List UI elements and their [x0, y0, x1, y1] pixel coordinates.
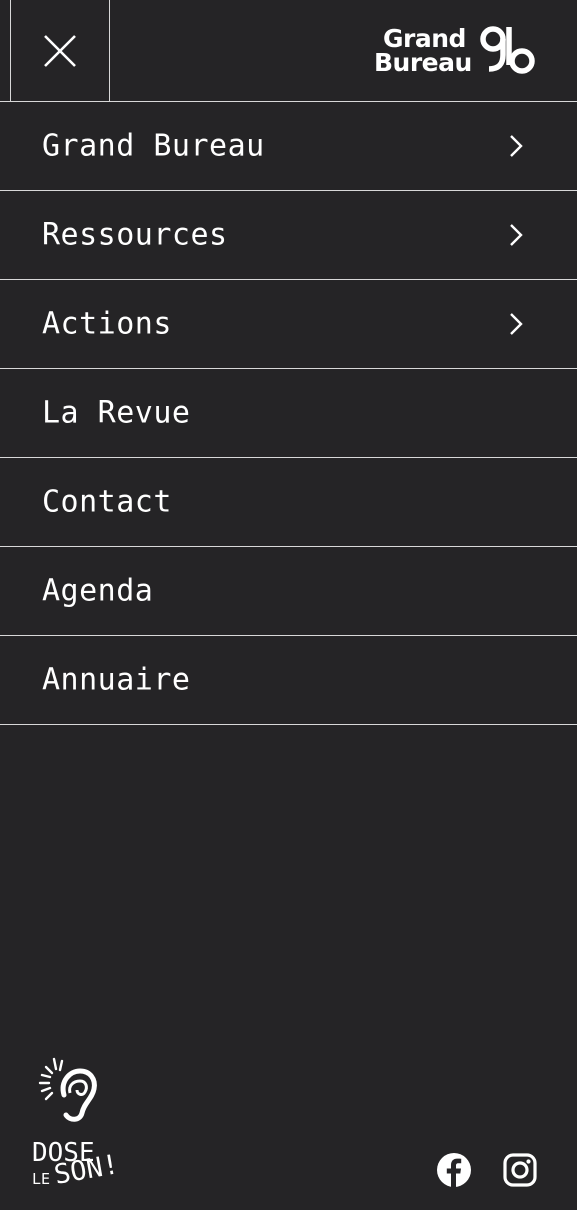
menu-item-label: Ressources — [42, 217, 228, 253]
campaign-logo-le: LE — [32, 1170, 50, 1188]
grand-bureau-logo[interactable]: Grand Bureau — [374, 24, 548, 78]
logo-wordmark: Grand Bureau — [374, 26, 472, 77]
menu-item-label: La Revue — [42, 395, 191, 431]
menu-item-grand-bureau[interactable]: Grand Bureau — [0, 102, 577, 191]
menu-item-contact[interactable]: Contact — [0, 458, 577, 547]
instagram-icon — [503, 1153, 537, 1187]
menu-item-label: Agenda — [42, 573, 154, 609]
facebook-icon — [437, 1153, 471, 1187]
close-icon — [44, 34, 76, 67]
dose-le-son-logo-art: DOSE LE SON! — [32, 1057, 121, 1191]
menu-item-annuaire[interactable]: Annuaire — [0, 636, 577, 725]
menu-item-agenda[interactable]: Agenda — [0, 547, 577, 636]
menu-item-ressources[interactable]: Ressources — [0, 191, 577, 280]
chevron-right-icon[interactable] — [509, 134, 523, 158]
chevron-right-icon[interactable] — [509, 223, 523, 247]
top-bar: Grand Bureau — [0, 0, 577, 102]
menu-item-actions[interactable]: Actions — [0, 280, 577, 369]
menu-item-label: Annuaire — [42, 662, 191, 698]
gb-monogram-icon — [480, 26, 535, 74]
menu-item-label: Contact — [42, 484, 172, 520]
dose-le-son-logo[interactable]: DOSE LE SON! — [32, 1055, 136, 1191]
close-menu-button[interactable] — [11, 0, 110, 101]
main-menu: Grand Bureau Ressources Actions La Revue Con… — [0, 102, 577, 725]
menu-item-label: Grand Bureau — [42, 128, 265, 164]
instagram-link[interactable] — [502, 1152, 538, 1188]
logo-line-2: Bureau — [374, 48, 472, 77]
menu-item-label: Actions — [42, 306, 172, 342]
chevron-right-icon[interactable] — [509, 312, 523, 336]
menu-item-la-revue[interactable]: La Revue — [0, 369, 577, 458]
facebook-link[interactable] — [436, 1152, 472, 1188]
